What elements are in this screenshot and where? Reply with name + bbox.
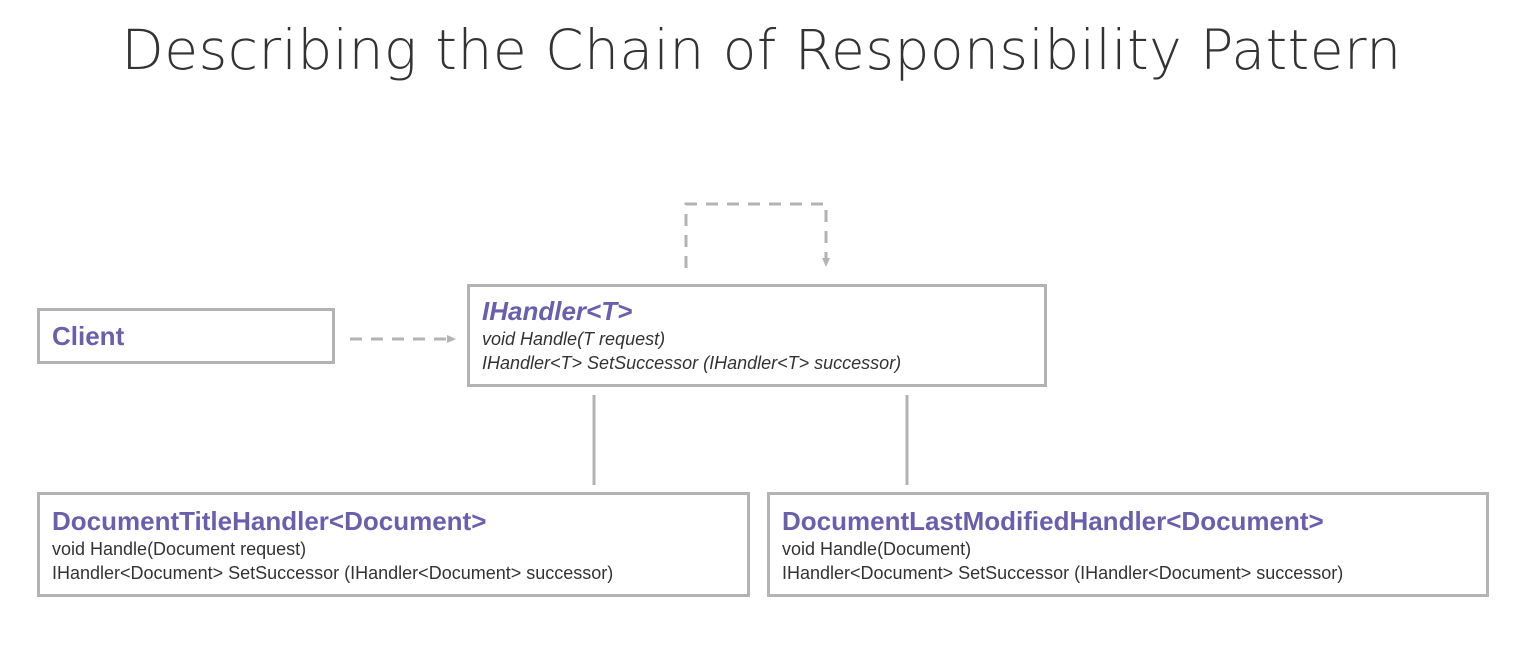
document-title-handler-name: DocumentTitleHandler<Document> bbox=[52, 506, 487, 536]
client-class-name: Client bbox=[52, 321, 125, 351]
client-class-box: Client bbox=[37, 308, 335, 364]
document-last-modified-handler-name: DocumentLastModifiedHandler<Document> bbox=[782, 506, 1324, 536]
document-title-handler-box: DocumentTitleHandler<Document> void Hand… bbox=[37, 492, 750, 597]
ihandler-method-set-successor: IHandler<T> SetSuccessor (IHandler<T> su… bbox=[482, 353, 902, 373]
ihandler-method-handle: void Handle(T request) bbox=[482, 329, 666, 349]
document-title-handler-method-set-successor: IHandler<Document> SetSuccessor (IHandle… bbox=[52, 563, 614, 583]
ihandler-interface-name: IHandler<T> bbox=[482, 296, 633, 326]
document-last-modified-handler-method-handle: void Handle(Document) bbox=[782, 539, 972, 559]
document-last-modified-handler-box: DocumentLastModifiedHandler<Document> vo… bbox=[767, 492, 1489, 597]
successor-self-loop-arrow bbox=[684, 202, 830, 268]
document-last-modified-handler-method-set-successor: IHandler<Document> SetSuccessor (IHandle… bbox=[782, 563, 1344, 583]
ihandler-interface-box: IHandler<T> void Handle(T request) IHand… bbox=[467, 284, 1047, 387]
document-title-handler-method-handle: void Handle(Document request) bbox=[52, 539, 307, 559]
slide: Describing the Chain of Responsibility P… bbox=[0, 0, 1523, 670]
